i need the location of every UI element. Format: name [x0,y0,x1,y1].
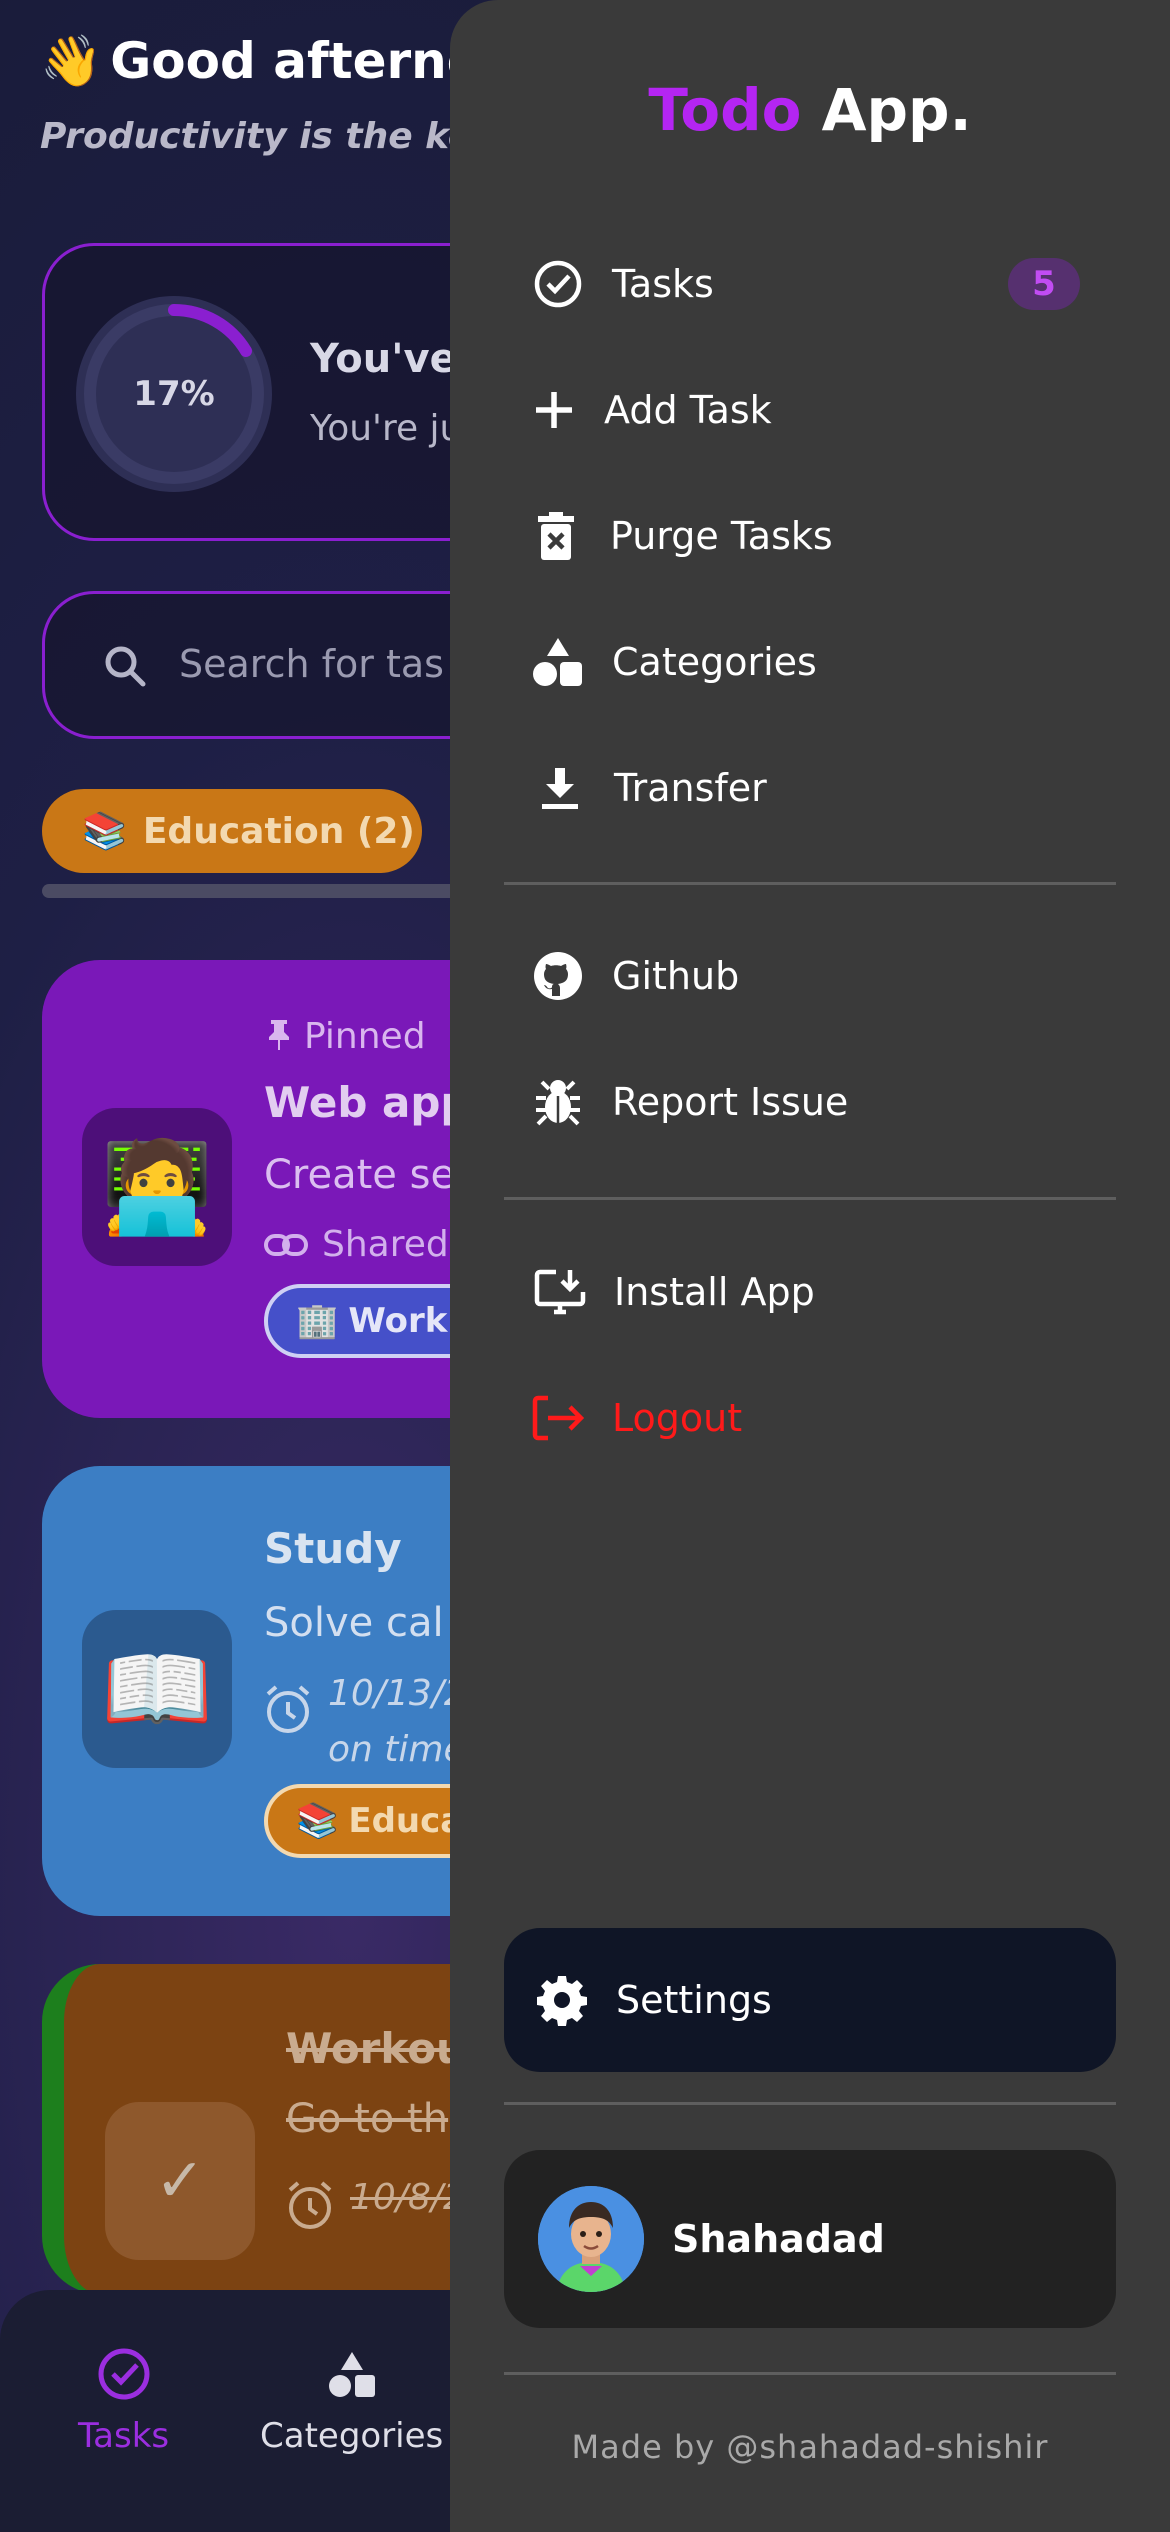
shapes-icon [328,2352,375,2397]
menu-install-app[interactable]: Install App [532,1252,815,1332]
greeting-heading: 👋 Good afterno [40,32,481,91]
task-due-date: 10/13/2 on time [328,1666,467,1778]
books-emoji: 📚 [296,1801,339,1841]
search-icon [101,642,149,694]
task-description: Create se [264,1152,456,1198]
side-drawer: Todo App. Tasks 5 Add Task Purge Tasks C… [450,0,1170,2532]
alarm-clock-icon [288,2181,332,2229]
trash-x-icon [528,508,584,564]
task-title: Workou [286,2024,466,2073]
tasks-count-badge: 5 [1008,258,1080,310]
nav-tasks-label: Tasks [78,2416,170,2456]
check-circle-icon [530,256,586,312]
menu-divider [504,882,1116,885]
menu-add-task[interactable]: Add Task [526,370,772,450]
pinned-indicator: Pinned [264,1016,426,1057]
task-title: Web app [264,1078,471,1127]
greeting-text: Good afterno [110,32,482,90]
menu-divider [504,2102,1116,2105]
progress-percent: 17% [133,374,215,414]
menu-report-issue[interactable]: Report Issue [530,1062,848,1142]
avatar [538,2186,644,2292]
menu-purge-tasks[interactable]: Purge Tasks [528,496,833,576]
github-icon [530,948,586,1004]
menu-tasks-label: Tasks [612,262,714,306]
waving-hand-emoji: 👋 [40,32,103,90]
user-profile[interactable]: Shahadad [504,2150,1116,2328]
alarm-clock-icon [266,1685,310,1733]
gear-icon [534,1972,590,2028]
menu-divider [504,1197,1116,1200]
logo-todo: Todo [648,76,802,144]
task-due-date: 10/8/2 [350,2177,466,2218]
menu-install-app-label: Install App [614,1270,815,1314]
task-emoji: 🧑‍💻 [82,1108,232,1266]
books-emoji: 📚 [82,811,127,852]
category-chip-label: Education (2) [142,810,415,852]
check-circle-icon [98,2348,150,2400]
download-icon [532,760,588,816]
progress-title: You've [310,336,457,382]
task-category-label: Educa [348,1801,464,1841]
nav-tasks[interactable]: Tasks [78,2346,169,2456]
settings-label: Settings [616,1978,772,2022]
task-title: Study [264,1524,402,1573]
plus-icon [526,382,582,438]
nav-categories[interactable]: Categories [260,2346,443,2456]
bug-icon [530,1074,586,1130]
menu-github-label: Github [612,954,740,998]
nav-categories-label: Categories [260,2416,444,2456]
office-emoji: 🏢 [296,1301,339,1341]
app-logo: Todo App. [450,76,1170,144]
profile-name: Shahadad [672,2217,885,2261]
shared-label: Shared [322,1224,449,1265]
menu-add-task-label: Add Task [604,388,772,432]
settings-button[interactable]: Settings [504,1928,1116,2072]
menu-tasks[interactable]: Tasks [530,244,714,324]
menu-categories-label: Categories [612,640,817,684]
task-description: Go to th [286,2096,449,2142]
progress-subtitle: You're ju [310,408,463,449]
task-category-label: Work [348,1301,448,1341]
task-description: Solve cal [264,1600,444,1646]
done-checkmark[interactable]: ✓ [105,2102,255,2260]
category-chip-education[interactable]: 📚 Education (2) [42,789,422,873]
pinned-label: Pinned [304,1016,426,1057]
pin-icon [269,1020,289,1050]
task-due-date-line2: on time [328,1729,466,1770]
menu-transfer-label: Transfer [614,766,767,810]
menu-categories[interactable]: Categories [530,622,817,702]
greeting-subtitle: Productivity is the key [40,116,496,157]
install-icon [532,1264,588,1320]
menu-transfer[interactable]: Transfer [532,748,767,828]
task-due-date-line1: 10/13/2 [328,1673,467,1714]
search-input[interactable]: Search for tas [179,642,444,686]
link-icon [264,1234,308,1256]
menu-logout[interactable]: Logout [530,1378,742,1458]
progress-ring: 17% [76,296,272,492]
footer-credit: Made by @shahadad-shishir [571,2428,1049,2466]
shapes-icon [530,634,586,690]
shared-indicator: Shared [264,1224,449,1265]
task-emoji: 📖 [82,1610,232,1768]
menu-purge-tasks-label: Purge Tasks [610,514,833,558]
logout-icon [530,1390,586,1446]
logo-app: App. [801,76,972,144]
menu-divider [504,2372,1116,2375]
menu-github[interactable]: Github [530,936,739,1016]
menu-report-issue-label: Report Issue [612,1080,849,1124]
menu-logout-label: Logout [612,1396,743,1440]
